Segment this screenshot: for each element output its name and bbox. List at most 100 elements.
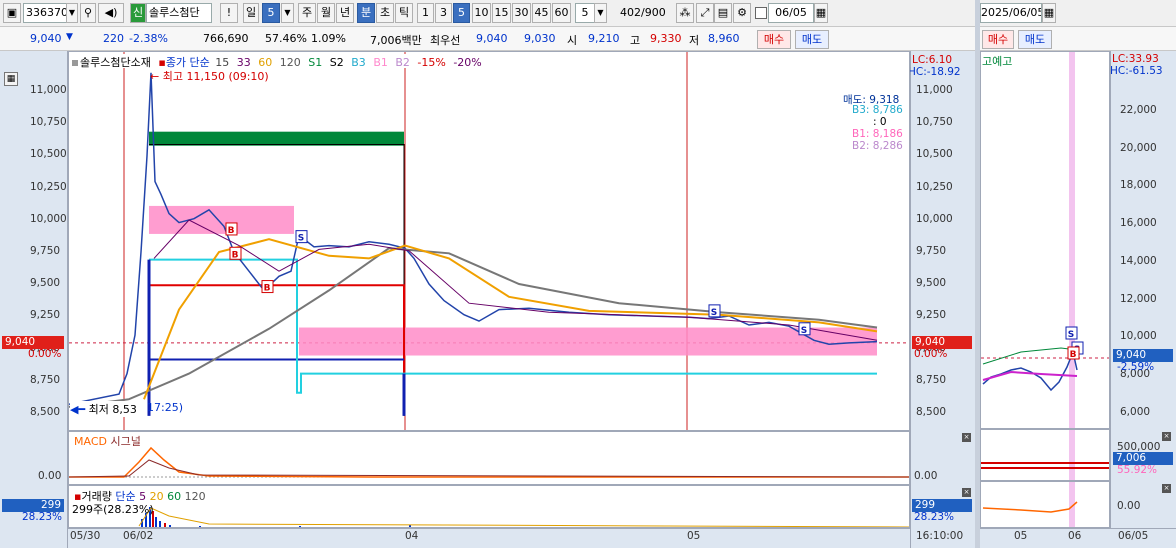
macd-ytick-right: 0.00 bbox=[914, 470, 938, 482]
stock-name-field[interactable]: 솔루스첨단 bbox=[146, 3, 212, 23]
resistance-zone bbox=[149, 205, 294, 234]
calendar-icon[interactable]: ▦ bbox=[814, 3, 828, 23]
save-icon[interactable]: ▤ bbox=[714, 3, 732, 23]
right-pct-label: 0.00% bbox=[914, 348, 948, 360]
gear-icon[interactable]: ⚙ bbox=[733, 3, 751, 23]
interval-30[interactable]: 30 bbox=[512, 3, 531, 23]
volume-close-icon[interactable]: × bbox=[962, 488, 971, 497]
price-tick: 8,750 bbox=[30, 373, 61, 386]
draw-tool-icon[interactable]: ⤢ bbox=[696, 3, 714, 23]
right-vol-pct: 55.92% bbox=[1117, 464, 1158, 476]
interval-3[interactable]: 3 bbox=[435, 3, 452, 23]
right-x-date: 06/05 bbox=[1118, 530, 1149, 542]
price-tick: 10,750 bbox=[30, 116, 67, 129]
add-indicator-icon[interactable]: ⁂ bbox=[676, 3, 694, 23]
sell-button[interactable]: 매도 bbox=[795, 30, 829, 49]
legend-b2: B2 bbox=[395, 56, 410, 69]
right-sell-button[interactable]: 매도 bbox=[1018, 30, 1052, 49]
price-chart[interactable]: B B B S S S bbox=[68, 51, 910, 431]
price-tick: 9,250 bbox=[30, 309, 61, 322]
right-price-chart[interactable]: SSB bbox=[980, 51, 1110, 429]
high-price: 9,330 bbox=[650, 32, 682, 45]
legend-minus20: -20% bbox=[453, 56, 482, 69]
x-axis bbox=[68, 528, 910, 548]
stock-code-field[interactable]: 336370 bbox=[23, 3, 67, 23]
buy-signal-text: B bbox=[228, 226, 235, 236]
price-tick: 9,500 bbox=[30, 277, 61, 290]
macd-panel[interactable] bbox=[68, 431, 910, 485]
right-macd-panel[interactable] bbox=[980, 481, 1110, 528]
right-price-canvas[interactable]: SSB bbox=[981, 52, 1110, 429]
right-buy-button[interactable]: 매수 bbox=[982, 30, 1014, 49]
right-panel-pct: -2.59% bbox=[1117, 361, 1155, 373]
date-checkbox[interactable] bbox=[755, 7, 767, 19]
x-label-04: 04 bbox=[405, 530, 419, 542]
interval-1[interactable]: 1 bbox=[417, 3, 434, 23]
price-tick: 16,000 bbox=[1120, 217, 1157, 230]
right-vol-close-icon[interactable]: × bbox=[1162, 432, 1171, 441]
period-dropdown-icon[interactable]: ▼ bbox=[281, 3, 294, 23]
unit-dropdown-icon[interactable]: ▼ bbox=[594, 3, 607, 23]
interval-15[interactable]: 15 bbox=[492, 3, 511, 23]
window-icon[interactable]: ▣ bbox=[3, 3, 21, 23]
volume-bar bbox=[159, 521, 161, 527]
interval-45[interactable]: 45 bbox=[532, 3, 551, 23]
open-price: 9,210 bbox=[588, 32, 620, 45]
b2-line: B2: 8,286 bbox=[852, 140, 903, 152]
sell-signal-text: S bbox=[711, 308, 717, 318]
price-change: 220 bbox=[103, 32, 124, 45]
best-ask: 9,040 bbox=[476, 32, 508, 45]
legend-s1: S1 bbox=[308, 56, 323, 69]
speaker-icon[interactable]: ◀) bbox=[98, 3, 124, 23]
period-month[interactable]: 월 bbox=[317, 3, 335, 23]
macd-canvas[interactable] bbox=[69, 432, 910, 485]
price-tick: 9,750 bbox=[30, 245, 61, 257]
signal-line bbox=[69, 459, 909, 478]
warning-button[interactable]: ! bbox=[220, 3, 238, 23]
low-marker-time: 17:25) bbox=[147, 401, 183, 414]
code-dropdown-icon[interactable]: ▼ bbox=[66, 3, 78, 23]
interval-10[interactable]: 10 bbox=[472, 3, 491, 23]
x-label-05: 05 bbox=[687, 530, 701, 542]
high-label: 고 bbox=[630, 34, 641, 47]
unit-field[interactable]: 5 bbox=[575, 3, 595, 23]
interval-5[interactable]: 5 bbox=[453, 3, 470, 23]
right-volume-canvas[interactable] bbox=[981, 430, 1110, 481]
period-second[interactable]: 초 bbox=[376, 3, 394, 23]
cyan-level-line bbox=[149, 258, 877, 394]
date-field[interactable]: 06/05 bbox=[768, 3, 814, 23]
interval-60[interactable]: 60 bbox=[552, 3, 571, 23]
x-label-0602: 06/02 bbox=[123, 530, 154, 542]
period-count-field[interactable]: 5 bbox=[262, 3, 280, 23]
right-macd-close-icon[interactable]: × bbox=[1162, 484, 1171, 493]
right-calendar-icon[interactable]: ▦ bbox=[1042, 3, 1056, 23]
period-tick[interactable]: 틱 bbox=[395, 3, 413, 23]
buy-button[interactable]: 매수 bbox=[757, 30, 791, 49]
chart-menu-icon[interactable]: ▦ bbox=[4, 72, 18, 86]
price-chart-canvas[interactable]: B B B S S S bbox=[69, 52, 910, 431]
right-macd-line bbox=[982, 501, 1078, 513]
legend-b3: B3 bbox=[351, 56, 366, 69]
x-label-0530: 05/30 bbox=[70, 530, 101, 542]
macd-legend: MACD 시그널 bbox=[74, 433, 141, 449]
right-x-06: 06 bbox=[1068, 530, 1082, 542]
right-volume-panel[interactable] bbox=[980, 429, 1110, 481]
period-day-button[interactable]: 일 bbox=[243, 3, 259, 23]
macd-line bbox=[69, 446, 909, 478]
quote-bar: 9,040 ▼ 220 -2.38% 766,690 57.46% 1.09% … bbox=[0, 27, 975, 51]
right-volume-pct: 28.23% bbox=[914, 511, 955, 523]
macd-close-icon[interactable]: × bbox=[962, 433, 971, 442]
right-order-bar: 매수 매도 bbox=[980, 27, 1176, 51]
highlight-band bbox=[1069, 52, 1075, 428]
period-minute[interactable]: 분 bbox=[357, 3, 375, 23]
price-tick: 14,000 bbox=[1120, 254, 1157, 267]
right-date-field[interactable]: 2025/06/05 bbox=[980, 3, 1042, 23]
right-hc: HC:-61.53 bbox=[1110, 65, 1163, 77]
right-macd-canvas[interactable] bbox=[981, 482, 1110, 528]
period-week[interactable]: 주 bbox=[298, 3, 316, 23]
b1-line: B1: 8,186 bbox=[852, 128, 903, 140]
search-icon[interactable]: ⚲ bbox=[80, 3, 96, 23]
volume-bar bbox=[155, 517, 157, 527]
period-year[interactable]: 년 bbox=[336, 3, 354, 23]
vol-ma120: 120 bbox=[184, 490, 206, 503]
